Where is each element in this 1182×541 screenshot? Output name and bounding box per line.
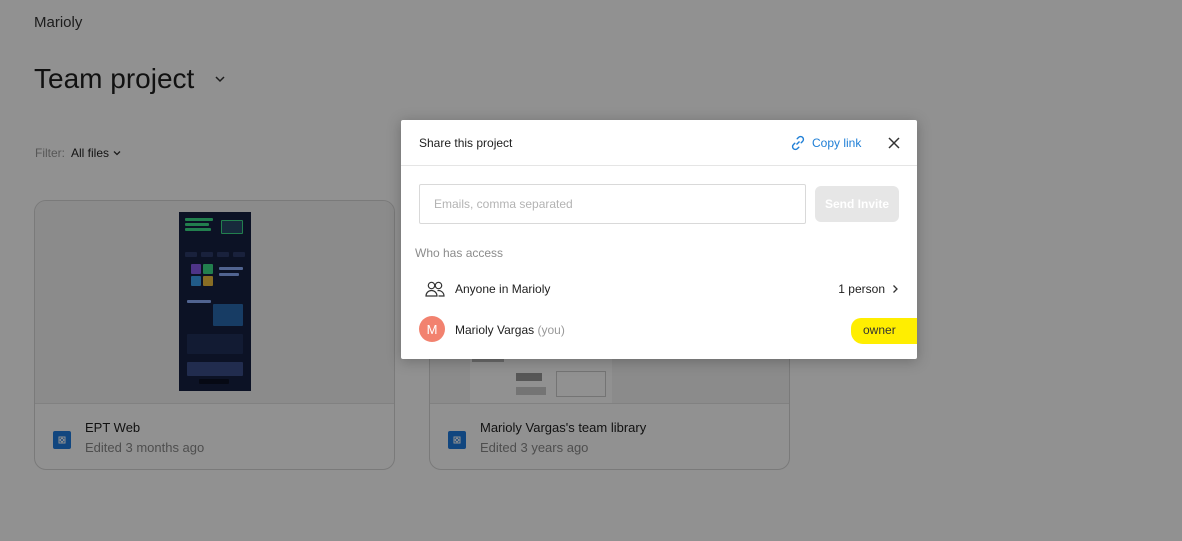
- role-badge[interactable]: owner: [851, 318, 917, 344]
- chevron-right-icon: [893, 285, 898, 293]
- copy-link-button[interactable]: Copy link: [789, 134, 861, 152]
- who-has-access-heading: Who has access: [415, 246, 504, 260]
- access-row-label: Anyone in Marioly: [455, 282, 551, 296]
- link-icon: [791, 135, 805, 151]
- you-tag: (you): [537, 323, 565, 337]
- email-input[interactable]: [419, 184, 806, 224]
- modal-header: Share this project Copy link: [401, 120, 917, 166]
- access-row-user: M Marioly Vargas (you) owner: [401, 312, 917, 348]
- copy-link-label: Copy link: [812, 136, 862, 150]
- send-invite-button[interactable]: Send Invite: [815, 186, 899, 222]
- member-count-button[interactable]: 1 person: [838, 282, 899, 296]
- access-row-team[interactable]: Anyone in Marioly 1 person: [401, 271, 917, 307]
- member-count: 1 person: [838, 282, 885, 296]
- avatar: M: [419, 316, 445, 342]
- share-project-modal: Share this project Copy link Send Invite…: [401, 120, 917, 359]
- user-name-line: Marioly Vargas (you): [455, 323, 565, 337]
- modal-title: Share this project: [419, 136, 513, 150]
- close-icon[interactable]: [886, 135, 902, 151]
- people-icon: [425, 281, 445, 297]
- user-name: Marioly Vargas: [455, 323, 535, 337]
